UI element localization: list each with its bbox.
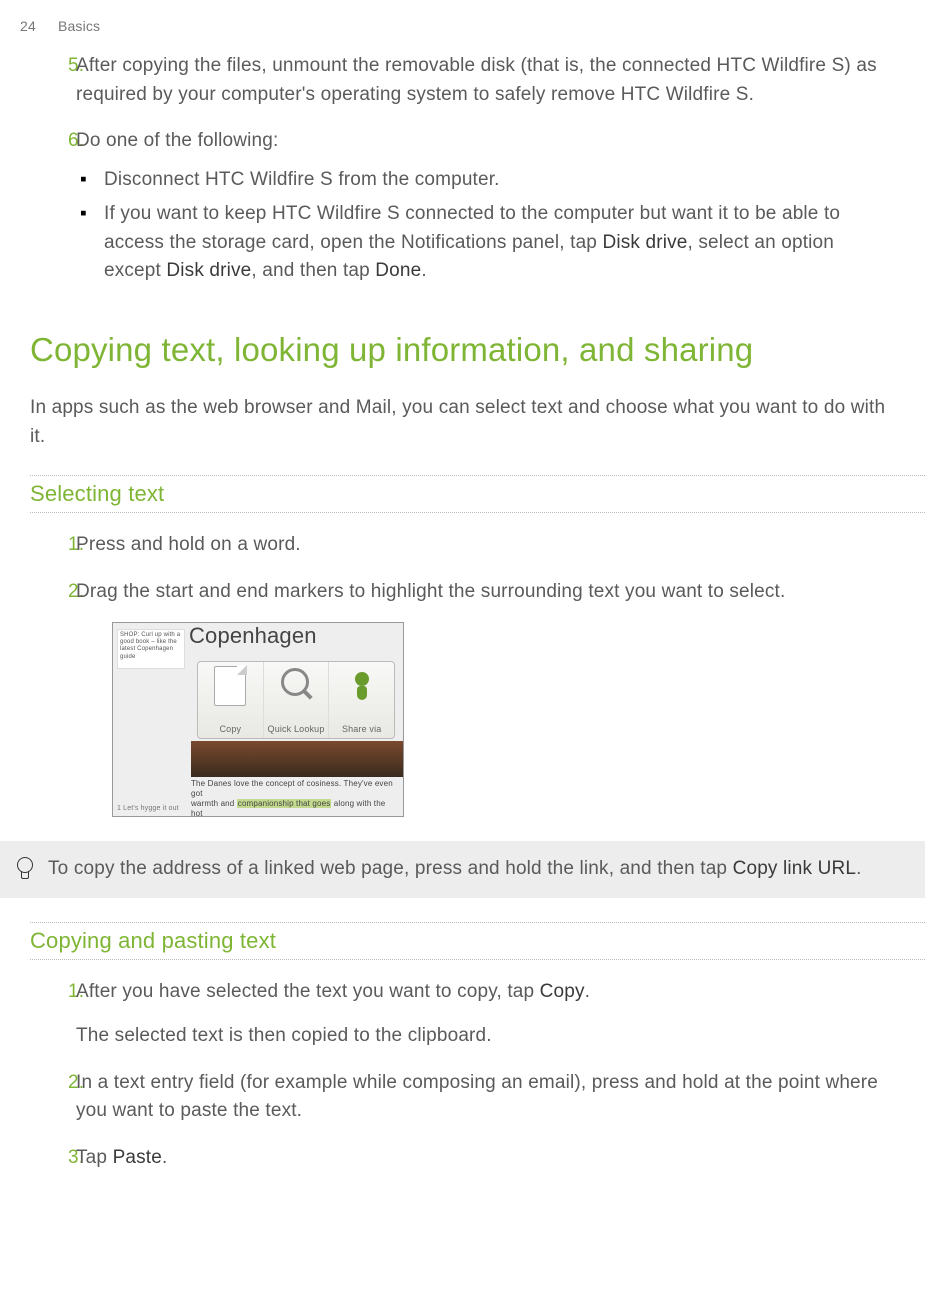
page-number: 24 (20, 18, 36, 34)
step-body: Press and hold on a word. (68, 531, 895, 560)
screenshot-figure: SHOP: Curl up with a good book – like th… (112, 622, 404, 817)
tip-box: To copy the address of a linked web page… (0, 841, 925, 898)
figure-menu-lookup: Quick Lookup (264, 662, 330, 738)
step-body: Tap Paste. (68, 1144, 895, 1173)
step-note: The selected text is then copied to the … (76, 1022, 895, 1051)
step-body: In a text entry field (for example while… (68, 1069, 895, 1126)
step-text: Do one of the following: (76, 130, 278, 151)
selecting-steps-list: 1. Press and hold on a word. 2. Drag the… (30, 531, 895, 606)
figure-title: Copenhagen (189, 623, 317, 649)
copying-steps-list: 1. After you have selected the text you … (30, 978, 895, 1173)
bullet-marker: ▪ (76, 166, 104, 195)
bullet-item: ▪ If you want to keep HTC Wildfire S con… (76, 200, 895, 286)
figure-sidebar: SHOP: Curl up with a good book – like th… (117, 629, 185, 669)
figure-menu-label: Quick Lookup (268, 724, 325, 734)
bullet-text: Disconnect HTC Wildfire S from the compu… (104, 166, 895, 195)
step-2: 2. In a text entry field (for example wh… (30, 1069, 895, 1126)
figure-menu-copy: Copy (198, 662, 264, 738)
figure-body-text: The Danes love the concept of cosiness. … (191, 779, 399, 817)
figure-context-menu: Copy Quick Lookup Share via (197, 661, 395, 739)
figure-menu-label: Copy (220, 724, 242, 734)
share-icon (345, 666, 379, 704)
step-1: 1. After you have selected the text you … (30, 978, 895, 1051)
figure-menu-share: Share via (329, 662, 394, 738)
copy-icon (214, 666, 246, 706)
bullet-text: If you want to keep HTC Wildfire S conne… (104, 200, 895, 286)
step-number: 1. (30, 531, 68, 560)
step-number: 2. (30, 1069, 68, 1126)
section-title: Basics (58, 18, 100, 34)
step-number: 5. (30, 52, 68, 109)
section-heading-copying: Copying and pasting text (30, 928, 895, 960)
step-6: 6. Do one of the following: ▪ Disconnect… (30, 127, 895, 286)
continued-steps-list: 5. After copying the files, unmount the … (30, 52, 895, 286)
step-number: 1. (30, 978, 68, 1051)
section-heading-selecting: Selecting text (30, 481, 895, 513)
step-1: 1. Press and hold on a word. (30, 531, 895, 560)
step-number: 6. (30, 127, 68, 286)
figure-footnote: 1 Let's hygge it out (117, 805, 179, 812)
bullet-item: ▪ Disconnect HTC Wildfire S from the com… (76, 166, 895, 195)
step-body: Do one of the following: ▪ Disconnect HT… (68, 127, 895, 286)
step-number: 3. (30, 1144, 68, 1173)
step-number: 2. (30, 578, 68, 607)
bulb-icon (10, 855, 38, 884)
tip-text: To copy the address of a linked web page… (38, 855, 895, 884)
intro-paragraph: In apps such as the web browser and Mail… (30, 394, 895, 451)
figure-image-strip (191, 741, 403, 777)
search-icon (277, 666, 315, 704)
bullet-marker: ▪ (76, 200, 104, 286)
page-title: Copying text, looking up information, an… (30, 328, 895, 373)
step-body: After you have selected the text you wan… (68, 978, 895, 1051)
step-body: After copying the files, unmount the rem… (68, 52, 895, 109)
step-5: 5. After copying the files, unmount the … (30, 52, 895, 109)
bullet-list: ▪ Disconnect HTC Wildfire S from the com… (76, 166, 895, 286)
figure-highlight: companionship that goes (237, 799, 332, 808)
step-body: Drag the start and end markers to highli… (68, 578, 895, 607)
step-3: 3. Tap Paste. (30, 1144, 895, 1173)
page-header: 24 Basics (0, 0, 925, 34)
step-2: 2. Drag the start and end markers to hig… (30, 578, 895, 607)
figure-menu-label: Share via (342, 724, 381, 734)
